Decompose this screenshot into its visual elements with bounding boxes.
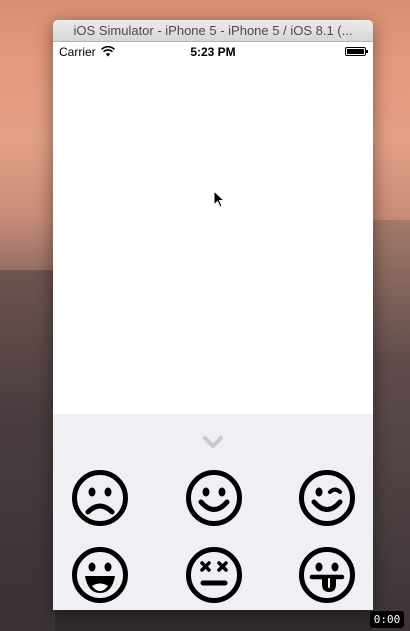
- status-bar: Carrier 5:23 PM: [53, 42, 373, 62]
- chevron-down-icon[interactable]: [202, 434, 224, 450]
- window-title[interactable]: iOS Simulator - iPhone 5 - iPhone 5 / iO…: [53, 20, 373, 42]
- frowning-face-icon[interactable]: [71, 469, 129, 527]
- dizzy-face-icon[interactable]: [185, 546, 243, 604]
- device-screen: Carrier 5:23 PM: [53, 42, 373, 610]
- tongue-out-face-icon[interactable]: [298, 546, 356, 604]
- emoji-panel: [53, 414, 373, 610]
- mouse-pointer-icon: [213, 190, 225, 208]
- grinning-face-icon[interactable]: [71, 546, 129, 604]
- status-time: 5:23 PM: [190, 45, 236, 59]
- recording-counter: 0:00: [370, 611, 404, 628]
- main-content-area[interactable]: [53, 62, 373, 414]
- simulator-window: iOS Simulator - iPhone 5 - iPhone 5 / iO…: [53, 20, 373, 610]
- desktop-rock-right: [372, 220, 410, 631]
- desktop-rock-left: [0, 270, 55, 631]
- winking-face-icon[interactable]: [298, 469, 356, 527]
- battery-icon: [345, 47, 368, 56]
- smiling-face-icon[interactable]: [185, 469, 243, 527]
